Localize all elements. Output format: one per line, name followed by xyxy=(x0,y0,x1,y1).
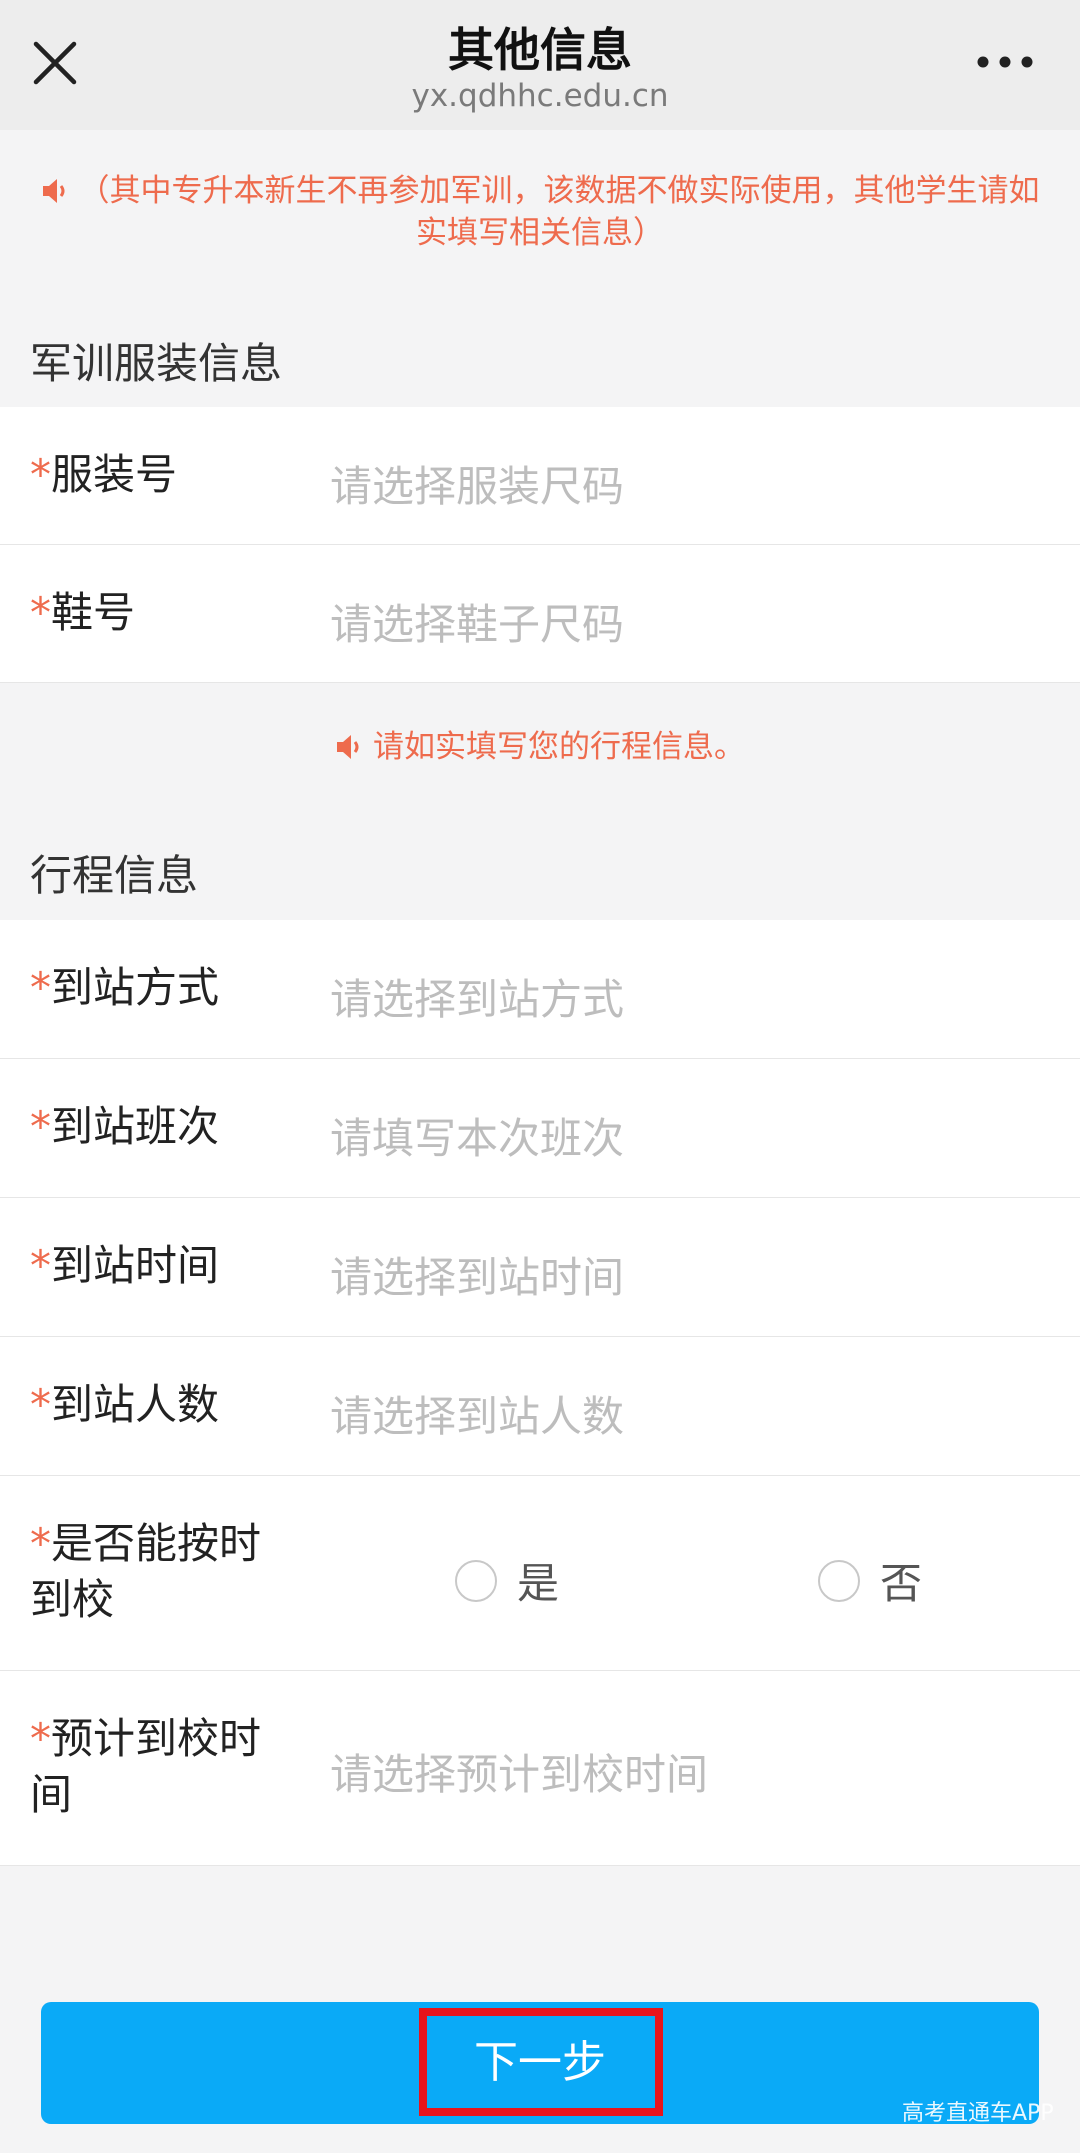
section-title-travel: 行程信息 xyxy=(30,851,199,900)
ontime-label: *是否能按时到校 xyxy=(30,1519,262,1624)
military-notice: （其中专升本新生不再参加军训，该数据不做实际使用，其他学生请如实填写相关信息） xyxy=(40,170,1040,254)
shoe-size-select[interactable]: 请选择鞋子尺码 xyxy=(330,591,624,652)
arrival-count-row[interactable]: *到站人数 请选择到站人数 xyxy=(0,1337,1080,1476)
military-notice-text: （其中专升本新生不再参加军训，该数据不做实际使用，其他学生请如实填写相关信息） xyxy=(78,173,1040,251)
shoe-size-row[interactable]: *鞋号 请选择鞋子尺码 xyxy=(0,545,1080,683)
next-step-button[interactable]: 下一步 xyxy=(41,2002,1039,2124)
uniform-size-select[interactable]: 请选择服装尺码 xyxy=(330,453,624,514)
travel-notice-text: 请如实填写您的行程信息。 xyxy=(373,729,745,765)
travel-notice: 请如实填写您的行程信息。 xyxy=(40,726,1040,768)
ontime-yes-label: 是 xyxy=(517,1559,560,1608)
uniform-size-label: *服装号 xyxy=(30,450,178,499)
expected-arrival-select[interactable]: 请选择预计到校时间 xyxy=(330,1741,708,1802)
arrival-trip-input[interactable]: 请填写本次班次 xyxy=(330,1105,624,1166)
expected-arrival-row[interactable]: *预计到校时间 请选择预计到校时间 xyxy=(0,1671,1080,1866)
arrival-count-label: *到站人数 xyxy=(30,1380,220,1429)
page-url: yx.qdhhc.edu.cn xyxy=(411,78,669,114)
arrival-trip-row[interactable]: *到站班次 请填写本次班次 xyxy=(0,1059,1080,1198)
ontime-row: *是否能按时到校 是 否 xyxy=(0,1476,1080,1671)
speaker-icon xyxy=(337,735,359,759)
arrival-time-label: *到站时间 xyxy=(30,1241,220,1290)
top-bar: 其他信息 yx.qdhhc.edu.cn xyxy=(0,0,1080,130)
speaker-icon xyxy=(42,179,64,203)
arrival-time-select[interactable]: 请选择到站时间 xyxy=(330,1244,624,1305)
page-title: 其他信息 xyxy=(448,23,632,77)
section-title-military: 军训服装信息 xyxy=(30,339,283,388)
shoe-size-label: *鞋号 xyxy=(30,588,136,637)
arrival-trip-label: *到站班次 xyxy=(30,1102,220,1151)
ontime-no-label: 否 xyxy=(880,1559,923,1608)
arrival-time-row[interactable]: *到站时间 请选择到站时间 xyxy=(0,1198,1080,1337)
next-step-label: 下一步 xyxy=(474,2037,606,2088)
radio-circle[interactable] xyxy=(818,1559,860,1602)
travel-form: *到站方式 请选择到站方式 *到站班次 请填写本次班次 *到站时间 请选择到站时… xyxy=(0,920,1080,1866)
arrival-count-select[interactable]: 请选择到站人数 xyxy=(330,1383,624,1444)
arrival-method-label: *到站方式 xyxy=(30,963,220,1012)
arrival-method-row[interactable]: *到站方式 请选择到站方式 xyxy=(0,920,1080,1059)
radio-circle[interactable] xyxy=(455,1559,497,1602)
watermark: 高考直通车APP xyxy=(902,2101,1054,2126)
military-form: *服装号 请选择服装尺码 *鞋号 请选择鞋子尺码 xyxy=(0,407,1080,683)
arrival-method-select[interactable]: 请选择到站方式 xyxy=(330,966,624,1027)
ontime-yes-radio[interactable]: 是 xyxy=(455,1550,559,1611)
expected-arrival-label: *预计到校时间 xyxy=(30,1714,262,1819)
more-icon[interactable] xyxy=(975,54,1035,70)
ontime-no-radio[interactable]: 否 xyxy=(818,1550,922,1611)
uniform-size-row[interactable]: *服装号 请选择服装尺码 xyxy=(0,407,1080,545)
